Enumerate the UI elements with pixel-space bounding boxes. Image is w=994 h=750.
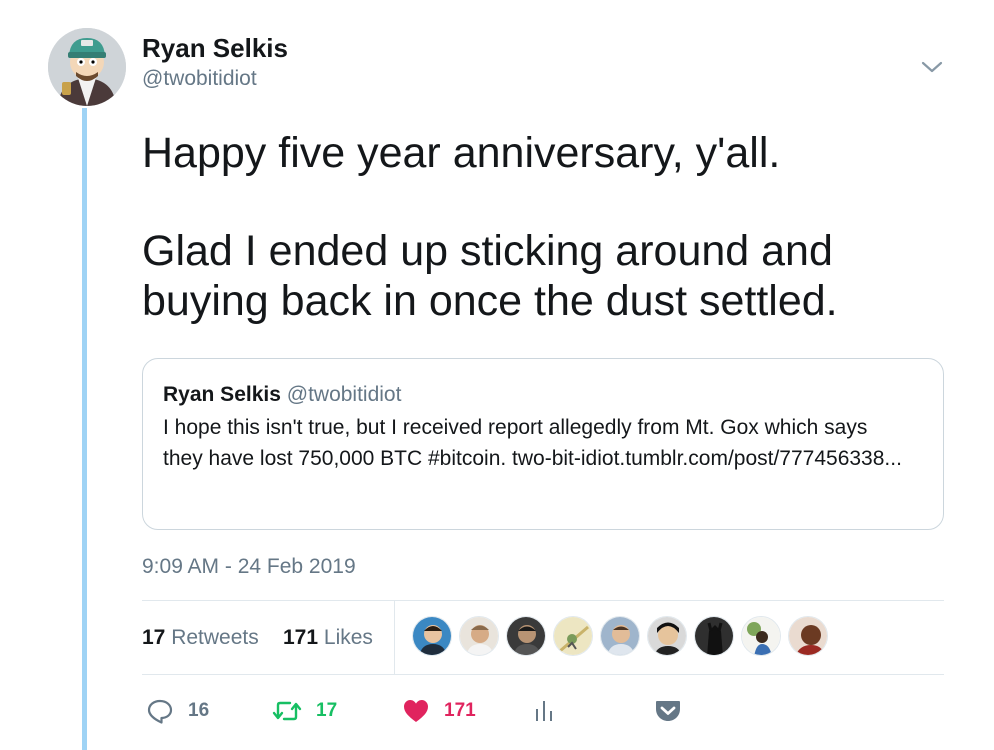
pocket-icon [656, 701, 680, 721]
quoted-tweet[interactable]: Ryan Selkis @twobitidiot I hope this isn… [142, 358, 944, 530]
tweet-paragraph: Happy five year anniversary, y'all. [142, 129, 781, 177]
liker-avatar[interactable] [741, 616, 781, 656]
likes-label: Likes [323, 626, 373, 649]
author-name[interactable]: Ryan Selkis [142, 32, 288, 64]
likes-stat[interactable]: 171 Likes [283, 624, 373, 652]
pocket-button[interactable] [654, 696, 682, 726]
liker-avatar[interactable] [553, 616, 593, 656]
retweets-count: 17 [142, 626, 166, 649]
liker-avatar[interactable] [647, 616, 687, 656]
like-button[interactable]: 171 [402, 696, 476, 726]
liker-avatar[interactable] [788, 616, 828, 656]
reply-icon [147, 699, 173, 724]
liker-avatar[interactable] [600, 616, 640, 656]
retweets-label: Retweets [171, 626, 259, 649]
tweet-timestamp[interactable]: 9:09 AM - 24 Feb 2019 [142, 553, 356, 581]
tweet-text: Happy five year anniversary, y'all. Glad… [142, 128, 942, 326]
reply-count: 16 [188, 700, 210, 721]
author-block[interactable]: Ryan Selkis @twobitidiot [142, 32, 288, 92]
like-count: 171 [444, 700, 476, 721]
analytics-icon [536, 701, 552, 721]
quoted-tweet-text: I hope this isn't true, but I received r… [163, 416, 902, 470]
stats-separator [394, 601, 395, 674]
liker-avatar[interactable] [506, 616, 546, 656]
likes-count: 171 [283, 626, 319, 649]
chevron-down-icon[interactable] [920, 58, 944, 76]
author-avatar[interactable] [48, 28, 126, 106]
analytics-button[interactable] [532, 696, 556, 726]
quoted-tweet-header: Ryan Selkis @twobitidiot [163, 381, 923, 409]
tweet-paragraph: Glad I ended up sticking around and buyi… [142, 227, 838, 325]
liker-avatar[interactable] [412, 616, 452, 656]
heart-icon [404, 700, 428, 722]
tweet-actions: 16 17 171 [142, 690, 944, 732]
retweet-icon [272, 701, 302, 721]
divider [142, 674, 944, 675]
retweet-count: 17 [316, 700, 338, 721]
cartoon-avatar [48, 28, 126, 106]
retweets-stat[interactable]: 17 Retweets [142, 624, 259, 652]
retweet-button[interactable]: 17 [272, 696, 337, 726]
quoted-author-name: Ryan Selkis [163, 383, 281, 406]
author-handle[interactable]: @twobitidiot [142, 66, 288, 92]
liker-avatar[interactable] [459, 616, 499, 656]
tweet-stats: 17 Retweets 171 Likes [142, 601, 944, 674]
thread-line [82, 108, 87, 750]
liker-avatar[interactable] [694, 616, 734, 656]
reply-button[interactable]: 16 [146, 696, 209, 726]
quoted-author-handle: @twobitidiot [286, 383, 402, 406]
